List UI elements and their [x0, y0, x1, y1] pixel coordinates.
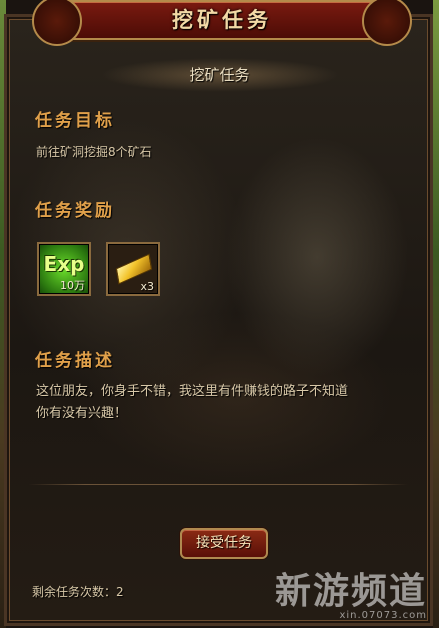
remaining-count: 剩余任务次数：2 — [32, 585, 124, 599]
reward-exp-slot[interactable]: Exp 10万 — [37, 242, 91, 296]
description-line-2: 你有没有兴趣！ — [36, 406, 128, 421]
reward-exp-count: 10万 — [60, 279, 85, 292]
window-title: 挖矿任务 — [172, 8, 272, 32]
exp-icon: Exp — [43, 252, 85, 276]
divider — [28, 484, 408, 485]
quest-subtitle: 挖矿任务 — [189, 66, 250, 84]
background-right — [433, 0, 439, 628]
reward-gold-slot[interactable]: x3 — [106, 242, 160, 296]
goal-text: 前往矿洞挖掘8个矿石 — [36, 145, 152, 159]
goal-heading: 任务目标 — [35, 111, 115, 131]
reward-gold-count: x3 — [140, 280, 154, 293]
description-heading: 任务描述 — [35, 351, 115, 371]
watermark-text: 新游频道 — [274, 571, 427, 612]
title-bar: 挖矿任务 — [32, 0, 412, 46]
description-text: 这位朋友，你身手不错，我这里有件赚钱的路子不知道 你有没有兴趣！ — [36, 381, 416, 425]
rewards-heading: 任务奖励 — [35, 201, 115, 221]
description-line-1: 这位朋友，你身手不错，我这里有件赚钱的路子不知道 — [36, 384, 349, 399]
watermark-logo: 新游频道 xin.07073.com — [274, 571, 427, 622]
accept-quest-button[interactable]: 接受任务 — [180, 528, 268, 559]
